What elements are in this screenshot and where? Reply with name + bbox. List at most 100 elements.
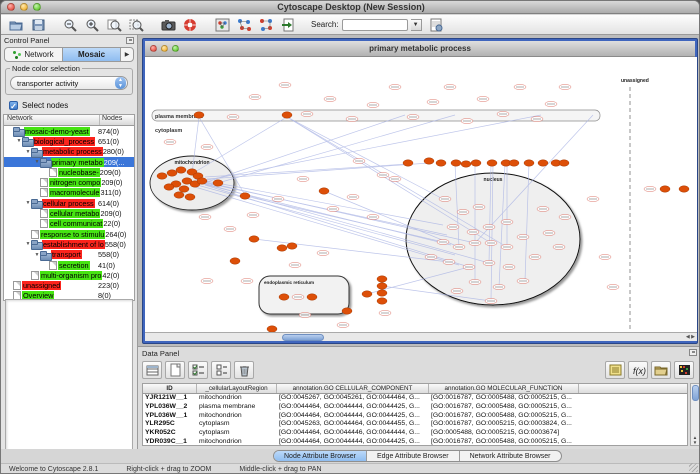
tab-network-attribute-browser[interactable]: Network Attribute Browser (460, 451, 561, 461)
tree-row-node-count: 614(0) (98, 199, 134, 208)
resize-grip[interactable] (689, 463, 698, 472)
tree-row[interactable]: cellular metabo209(0) (4, 208, 134, 218)
tree-row[interactable]: ▼metabolic process280(0) (4, 147, 134, 157)
new-attribute-icon[interactable] (165, 361, 185, 379)
attribute-list-icon[interactable] (605, 361, 625, 379)
tree-row[interactable]: secretion41(0) (4, 260, 134, 270)
search-dropdown-arrow[interactable]: ▼ (411, 19, 422, 31)
attribute-table-header[interactable]: ID _cellularLayoutRegion annotation.GO C… (143, 384, 687, 394)
tree-row[interactable]: nucleobase-209(0) (4, 167, 134, 177)
layout-red-icon[interactable] (257, 17, 275, 33)
tree-row[interactable]: ▼primary metabo209(... (4, 157, 134, 167)
network-canvas[interactable]: plasma membranecytoplasmmitochondrionnuc… (145, 57, 697, 332)
tree-row-label: nucleobase- (58, 168, 100, 177)
control-panel: Control Panel Network Mosaic ▶ Node colo… (1, 35, 138, 459)
help-lifesaver-icon[interactable] (181, 17, 199, 33)
tree-row-label: cellular process (42, 199, 95, 208)
window-titlebar: Cytoscape Desktop (New Session) (1, 1, 700, 14)
float-data-panel-icon[interactable] (689, 349, 697, 356)
import-attributes-icon[interactable] (428, 17, 446, 33)
select-attributes-icon[interactable] (188, 361, 208, 379)
tree-row[interactable]: unassigned223(0) (4, 280, 134, 290)
tree-row-label: mosaic-demo-yeast (24, 127, 90, 136)
tab-edge-attribute-browser[interactable]: Edge Attribute Browser (367, 451, 460, 461)
node-color-dropdown[interactable]: transporter activity ▲▼ (10, 76, 128, 90)
zoom-out-icon[interactable] (61, 17, 79, 33)
scrollbar-thumb[interactable] (692, 385, 699, 401)
select-nodes-label: Select nodes (22, 101, 68, 110)
folder-icon (31, 199, 41, 207)
table-cell: [GO:0045263, GO:0044464, GO:0044455, G..… (277, 420, 429, 429)
file-icon (49, 168, 57, 177)
zoom-in-icon[interactable] (83, 17, 101, 33)
tree-row-node-count: 280(0) (103, 147, 135, 156)
tree-row[interactable]: mosaic-demo-yeast874(0) (4, 126, 134, 136)
tree-row[interactable]: multi-organism pro42(0) (4, 270, 134, 280)
window-title: Cytoscape Desktop (New Session) (1, 2, 700, 12)
network-view-title: primary metabolic process (145, 44, 695, 53)
delete-attribute-icon[interactable] (234, 361, 254, 379)
scrollbar-thumb[interactable] (282, 334, 324, 341)
import-folder-icon[interactable] (651, 361, 671, 379)
table-cell: [GO:0016787, GO:0005488, GO:0005215, G..… (429, 438, 579, 446)
zoom-selected-icon[interactable] (127, 17, 145, 33)
tree-row-node-count: 651(0) (98, 137, 134, 146)
svg-text:mitochondrion: mitochondrion (175, 160, 210, 166)
file-icon (40, 188, 48, 197)
table-row[interactable]: YLR295Ccytoplasm[GO:0045263, GO:0044464,… (143, 420, 687, 429)
more-tabs-arrow-icon[interactable]: ▶ (121, 51, 133, 58)
tab-network[interactable]: Network (5, 48, 63, 61)
attribute-grid-icon[interactable] (142, 361, 162, 379)
table-row[interactable]: YPL036W__2plasma membrane[GO:0044464, GO… (143, 403, 687, 412)
canvas-horizontal-scrollbar[interactable]: ◀ ▶ (145, 332, 697, 341)
layout-blue-icon[interactable] (235, 17, 253, 33)
import-network-icon[interactable] (279, 17, 297, 33)
tab-node-attribute-browser[interactable]: Node Attribute Browser (274, 451, 367, 461)
tree-row-node-count: 22(0) (103, 219, 135, 228)
tree-row[interactable]: macromolecule311(0) (4, 188, 134, 198)
network-window-titlebar[interactable]: primary metabolic process (145, 41, 695, 57)
tree-row[interactable]: nitrogen compo209(0) (4, 177, 134, 187)
save-icon[interactable] (29, 17, 47, 33)
unselect-attributes-icon[interactable] (211, 361, 231, 379)
float-panel-icon[interactable] (126, 37, 134, 44)
table-vertical-scrollbar[interactable]: ▲▼ (690, 383, 700, 446)
tree-row-node-count: 209(... (104, 158, 135, 167)
birdseye-view-panel[interactable] (5, 299, 133, 453)
data-panel-toolbar: f(x) (138, 359, 700, 381)
search-input[interactable] (342, 19, 408, 31)
scrollbar-arrows-icon[interactable]: ▲▼ (691, 435, 699, 445)
matrix-icon[interactable] (674, 361, 694, 379)
tree-row[interactable]: ▼establishment of lo558(0) (4, 239, 134, 249)
file-icon (40, 219, 48, 228)
network-overview-icon[interactable] (213, 17, 231, 33)
tree-row[interactable]: ▼biological_process651(0) (4, 136, 134, 146)
tree-row[interactable]: ▼cellular process614(0) (4, 198, 134, 208)
table-cell: YPL036W__1 (143, 412, 197, 421)
table-row[interactable]: YDR039C__1mitochondrion[GO:0044464, GO:0… (143, 438, 687, 446)
table-cell: [GO:0016787, GO:0005215, GO:0003824, G..… (429, 420, 579, 429)
application-window: Cytoscape Desktop (New Session) Search: … (0, 0, 700, 474)
tree-row-node-count: 558(0) (98, 250, 134, 259)
tree-row-node-count: 558(0) (105, 240, 135, 249)
table-row[interactable]: YJR121W__1mitochondrion[GO:0045267, GO:0… (143, 394, 687, 403)
select-nodes-checkbox[interactable]: ✓ (9, 101, 18, 110)
function-builder-icon[interactable]: f(x) (628, 361, 648, 379)
table-row[interactable]: YPL036W__1mitochondrion[GO:0044464, GO:0… (143, 412, 687, 421)
file-icon (31, 271, 39, 280)
tree-row[interactable]: ▼transport558(0) (4, 250, 134, 260)
tree-header: Network Nodes (4, 115, 134, 126)
table-row[interactable]: YKR052Ccytoplasm[GO:0044464, GO:0044446,… (143, 429, 687, 438)
tree-row-label: secretion (58, 261, 90, 270)
zoom-fit-icon[interactable] (105, 17, 123, 33)
snapshot-camera-icon[interactable] (159, 17, 177, 33)
network-desktop: primary metabolic process plasma membran… (138, 35, 700, 346)
scrollbar-arrows-icon[interactable]: ◀ ▶ (686, 334, 695, 340)
tree-row-label: metabolic process (42, 147, 103, 156)
tree-row-node-count: 209(0) (100, 209, 135, 218)
tree-row[interactable]: response to stimulu264(0) (4, 229, 134, 239)
tree-row[interactable]: cell communicat22(0) (4, 219, 134, 229)
open-folder-icon[interactable] (7, 17, 25, 33)
tab-mosaic[interactable]: Mosaic (63, 48, 121, 61)
file-icon (31, 230, 39, 239)
